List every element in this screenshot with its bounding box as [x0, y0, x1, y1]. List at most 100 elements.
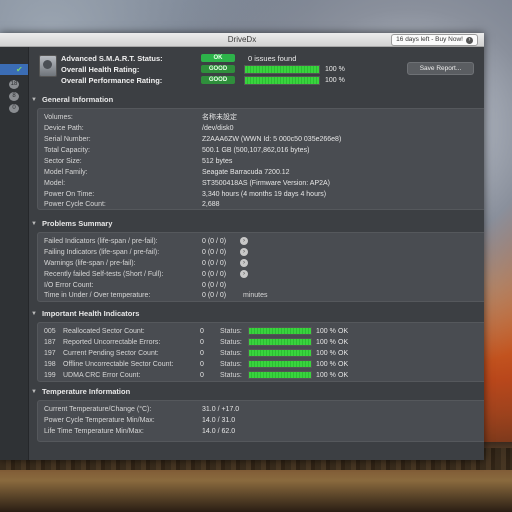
general-row-value: 名称未設定 — [202, 114, 237, 121]
general-row-value: /dev/disk0 — [202, 124, 234, 132]
disclosure-triangle-icon: ▼ — [31, 96, 37, 103]
performance-rating-row: Overall Performance Rating: GOOD 100 % — [61, 75, 345, 85]
problem-label: I/O Error Count: — [44, 281, 94, 289]
health-rating-row: Overall Health Rating: GOOD 100 % — [61, 64, 345, 74]
sidebar-badge[interactable]: 8 — [9, 92, 19, 101]
temperature-row: Power Cycle Temperature Min/Max: 14.0 / 3… — [44, 415, 484, 425]
general-info-header[interactable]: ▼ General Information — [31, 94, 482, 105]
title-bar[interactable]: DriveDx 16 days left - Buy Now! › — [0, 33, 484, 47]
general-row: Model: ST3500418AS (Firmware Version: AP2… — [44, 178, 484, 188]
general-row-label: Sector Size: — [44, 157, 82, 165]
performance-rating-bar-fill — [245, 76, 319, 84]
arrow-right-circle-icon[interactable]: › — [240, 248, 248, 256]
indicator-raw-value: 0 — [200, 371, 204, 379]
problem-value: 0 (0 / 0) — [202, 237, 227, 245]
temperature-value: 14.0 / 31.0 — [202, 416, 236, 424]
arrow-right-circle-icon[interactable]: › — [240, 270, 248, 278]
problem-row: Failing Indicators (life-span / pre-fail… — [44, 247, 484, 257]
problem-unit: minutes — [243, 291, 268, 299]
health-indicator-row: 199 UDMA CRC Error Count: 0 Status: 100 … — [44, 370, 484, 380]
general-row-label: Power On Time: — [44, 190, 95, 198]
arrow-right-circle-icon: › — [466, 36, 473, 44]
problem-label: Failing Indicators (life-span / pre-fail… — [44, 248, 160, 256]
trial-label: 16 days left - Buy Now! — [396, 36, 463, 43]
health-indicator-row: 187 Reported Uncorrectable Errors: 0 Sta… — [44, 337, 484, 347]
temperature-label: Current Temperature/Change (°C): — [44, 405, 152, 413]
health-rating-label: Overall Health Rating: — [61, 64, 140, 74]
general-row: Model Family: Seagate Barracuda 7200.12 — [44, 167, 484, 177]
indicator-raw-value: 0 — [200, 349, 204, 357]
arrow-right-circle-icon[interactable]: › — [240, 237, 248, 245]
indicator-bar-fill — [249, 361, 311, 367]
general-row-value: Seagate Barracuda 7200.12 — [202, 168, 290, 176]
problems-panel: Failed Indicators (life-span / pre-fail)… — [37, 232, 484, 302]
disclosure-triangle-icon: ▼ — [31, 310, 37, 317]
buy-now-button[interactable]: 16 days left - Buy Now! › — [391, 34, 478, 46]
general-row-value: Z2AAA6ZW (WWN Id: 5 000c50 035e266e8) — [202, 135, 342, 143]
problem-label: Warnings (life-span / pre-fail): — [44, 259, 136, 267]
problem-row: Failed Indicators (life-span / pre-fail)… — [44, 236, 484, 246]
indicator-bar-fill — [249, 372, 311, 378]
general-row: Device Path: /dev/disk0 — [44, 123, 484, 133]
sidebar-badge[interactable]: 18 — [9, 80, 19, 89]
indicator-raw-value: 0 — [200, 327, 204, 335]
details-scroll-area[interactable]: ▼ General Information Volumes: 名称未設定 Devi… — [29, 90, 484, 460]
indicator-name: Reported Uncorrectable Errors: — [63, 338, 161, 346]
indicator-id: 197 — [44, 349, 56, 357]
indicator-id: 198 — [44, 360, 56, 368]
indicator-status-label: Status: — [220, 360, 242, 368]
health-indicators-panel: 005 Reallocated Sector Count: 0 Status: … — [37, 322, 484, 382]
general-row: Serial Number: Z2AAA6ZW (WWN Id: 5 000c50… — [44, 134, 484, 144]
smart-status-row: Advanced S.M.A.R.T. Status: OK 0 issues … — [61, 53, 296, 63]
temperature-title: Temperature Information — [41, 387, 131, 396]
indicator-ok: OK — [338, 360, 349, 368]
problem-row: Time in Under / Over temperature: 0 (0 / … — [44, 290, 484, 300]
disclosure-triangle-icon: ▼ — [31, 220, 37, 227]
indicator-bar-fill — [249, 350, 311, 356]
indicator-ok: OK — [338, 327, 349, 335]
sidebar-drive-item[interactable]: ✔ — [0, 64, 28, 75]
problem-label: Recently failed Self-tests (Short / Full… — [44, 270, 164, 278]
indicator-bar — [248, 360, 312, 368]
temperature-label: Life Time Temperature Min/Max: — [44, 427, 144, 435]
general-row-value: 512 bytes — [202, 157, 233, 165]
indicator-bar-fill — [249, 339, 311, 345]
indicator-ok: OK — [338, 338, 349, 346]
save-report-button[interactable]: Save Report... — [407, 62, 474, 75]
indicator-percent: 100 % — [316, 327, 336, 335]
problem-row: Warnings (life-span / pre-fail): 0 (0 / 0… — [44, 258, 484, 268]
temperature-header[interactable]: ▼ Temperature Information — [31, 386, 482, 397]
problem-value: 0 (0 / 0) — [202, 248, 227, 256]
sidebar-badge[interactable]: 0 — [9, 104, 19, 113]
health-indicator-row: 197 Current Pending Sector Count: 0 Stat… — [44, 348, 484, 358]
indicator-bar — [248, 349, 312, 357]
general-row-label: Volumes: — [44, 113, 73, 121]
indicator-bar-fill — [249, 328, 311, 334]
arrow-right-circle-icon[interactable]: › — [240, 259, 248, 267]
general-row-label: Serial Number: — [44, 135, 91, 143]
general-row-value: ST3500418AS (Firmware Version: AP2A) — [202, 179, 331, 187]
problems-header[interactable]: ▼ Problems Summary — [31, 218, 482, 229]
general-row: Power On Time: 3,340 hours (4 months 19 d… — [44, 189, 484, 199]
general-row-value: 3,340 hours (4 months 19 days 4 hours) — [202, 190, 327, 198]
indicator-status-label: Status: — [220, 371, 242, 379]
general-row-value: 2,688 — [202, 200, 220, 208]
general-row-label: Total Capacity: — [44, 146, 90, 154]
temperature-panel: Current Temperature/Change (°C): 31.0 / +… — [37, 400, 484, 442]
general-info-title: General Information — [41, 95, 114, 104]
problem-label: Failed Indicators (life-span / pre-fail)… — [44, 237, 158, 245]
problem-value: 0 (0 / 0) — [202, 259, 227, 267]
general-row-value: 500.1 GB (500,107,862,016 bytes) — [202, 146, 310, 154]
smart-status-pill: OK — [201, 54, 235, 62]
checkmark-icon: ✔ — [16, 65, 23, 74]
disclosure-triangle-icon: ▼ — [31, 388, 37, 395]
temperature-label: Power Cycle Temperature Min/Max: — [44, 416, 155, 424]
problem-row: I/O Error Count: 0 (0 / 0) — [44, 280, 484, 290]
general-row: Total Capacity: 500.1 GB (500,107,862,016… — [44, 145, 484, 155]
indicator-name: Current Pending Sector Count: — [63, 349, 159, 357]
indicator-id: 005 — [44, 327, 56, 335]
health-indicators-header[interactable]: ▼ Important Health Indicators — [31, 308, 482, 319]
main-content: Advanced S.M.A.R.T. Status: OK 0 issues … — [29, 47, 484, 460]
general-row: Sector Size: 512 bytes — [44, 156, 484, 166]
temperature-row: Current Temperature/Change (°C): 31.0 / +… — [44, 404, 484, 414]
